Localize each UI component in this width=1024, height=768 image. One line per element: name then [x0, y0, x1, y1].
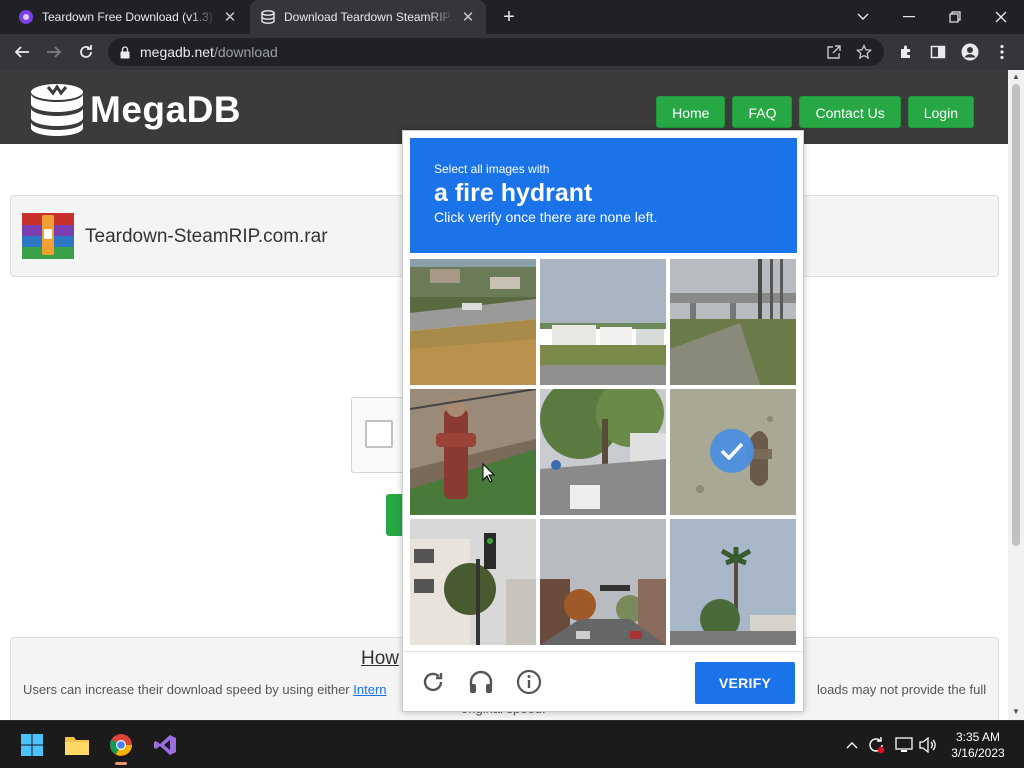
captcha-tile-7[interactable] — [410, 519, 536, 645]
how-text: Users can increase their download speed … — [23, 682, 350, 697]
instruction-target: a fire hydrant — [434, 179, 593, 207]
scroll-up-arrow-icon[interactable]: ▲ — [1012, 73, 1020, 81]
captcha-tile-8[interactable] — [540, 519, 666, 645]
url-host: megadb.net — [140, 44, 214, 60]
close-window-button[interactable] — [978, 0, 1024, 34]
captcha-tile-1[interactable] — [410, 259, 536, 385]
close-tab-icon[interactable]: ✕ — [460, 8, 476, 26]
site-nav: Home FAQ Contact Us Login — [656, 96, 974, 128]
network-monitor-icon[interactable] — [894, 735, 914, 755]
page-scrollbar[interactable]: ▲ ▼ — [1008, 70, 1024, 720]
mouse-cursor-icon — [482, 463, 496, 483]
lock-icon — [120, 45, 130, 58]
captcha-tile-9[interactable] — [670, 519, 796, 645]
nav-home-button[interactable]: Home — [656, 96, 726, 128]
tab-search-chevron-icon[interactable] — [840, 0, 886, 34]
reload-challenge-icon[interactable] — [419, 668, 447, 696]
close-tab-icon[interactable]: ✕ — [222, 8, 238, 26]
browser-toolbar: megadb.net/download — [0, 34, 1024, 70]
bookmark-star-icon[interactable] — [856, 44, 872, 60]
how-description-tail: loads may not provide the full — [817, 682, 987, 697]
database-logo-icon — [31, 84, 83, 136]
url-path: /download — [213, 44, 278, 60]
instruction-sub: Click verify once there are none left. — [434, 209, 658, 225]
scrollbar-thumb[interactable] — [1012, 84, 1020, 546]
captcha-checkbox[interactable] — [365, 420, 393, 448]
minimize-button[interactable] — [886, 0, 932, 34]
captcha-tile-6[interactable] — [670, 389, 796, 515]
captcha-image-grid — [410, 259, 797, 645]
volume-speaker-icon[interactable] — [918, 735, 938, 755]
nav-contact-button[interactable]: Contact Us — [799, 96, 901, 128]
start-windows-icon[interactable] — [16, 729, 48, 761]
how-title: How — [361, 648, 400, 669]
winrar-archive-icon — [22, 213, 74, 259]
captcha-tile-3[interactable] — [670, 259, 796, 385]
megadb-logo[interactable]: MegaDB — [28, 82, 241, 138]
tab-title: Download Teardown SteamRIP.com — [284, 10, 454, 24]
how-description: Users can increase their download speed … — [23, 682, 387, 697]
sync-alert-icon[interactable] — [866, 735, 886, 755]
system-clock[interactable]: 3:35 AM 3/16/2023 — [940, 729, 1016, 761]
reload-button[interactable] — [72, 38, 100, 66]
back-arrow-icon — [14, 46, 29, 58]
file-explorer-folder-icon[interactable] — [61, 729, 93, 761]
tab-title: Teardown Free Download (v1.3) » — [42, 10, 216, 24]
chrome-icon[interactable] — [105, 729, 137, 765]
audio-challenge-headphones-icon[interactable] — [467, 668, 495, 696]
captcha-tile-5[interactable] — [540, 389, 666, 515]
file-name: Teardown-SteamRIP.com.rar — [85, 226, 328, 247]
captcha-footer: VERIFY — [403, 651, 803, 711]
reload-icon — [80, 45, 92, 58]
tile-selected-check-icon — [710, 429, 754, 473]
visual-studio-icon[interactable] — [149, 729, 181, 761]
back-button[interactable] — [8, 38, 36, 66]
internet-link[interactable]: Intern — [353, 682, 386, 697]
tab-teardown-free-download[interactable]: Teardown Free Download (v1.3) » ✕ — [8, 0, 248, 34]
database-favicon-icon — [261, 10, 275, 24]
site-favicon-icon — [19, 10, 33, 24]
captcha-tile-4[interactable] — [410, 389, 536, 515]
show-hidden-icons-chevron-icon[interactable] — [842, 735, 862, 755]
tab-download-teardown[interactable]: Download Teardown SteamRIP.com ✕ — [250, 0, 486, 34]
new-tab-button[interactable]: + — [498, 6, 520, 28]
captcha-challenge-dialog: Select all images with a fire hydrant Cl… — [402, 130, 804, 712]
scroll-down-arrow-icon[interactable]: ▼ — [1012, 708, 1020, 716]
forward-arrow-icon — [47, 46, 62, 58]
clock-date: 3/16/2023 — [951, 746, 1005, 760]
share-icon[interactable] — [826, 44, 842, 60]
forward-button[interactable] — [40, 38, 68, 66]
clock-time: 3:35 AM — [955, 730, 1001, 744]
restore-button[interactable] — [932, 0, 978, 34]
side-panel-icon[interactable] — [924, 38, 952, 66]
nav-login-button[interactable]: Login — [907, 96, 974, 128]
windows-taskbar: 3:35 AM 3/16/2023 — [0, 720, 1024, 768]
instruction-small: Select all images with — [434, 162, 550, 176]
menu-kebab-icon[interactable] — [988, 38, 1016, 66]
address-bar[interactable]: megadb.net/download — [108, 38, 884, 66]
captcha-tile-2[interactable] — [540, 259, 666, 385]
nav-faq-button[interactable]: FAQ — [732, 96, 793, 128]
info-icon[interactable] — [515, 668, 543, 696]
extensions-puzzle-icon[interactable] — [892, 38, 920, 66]
logo-text: MegaDB — [90, 89, 242, 130]
captcha-instructions: Select all images with a fire hydrant Cl… — [410, 138, 797, 253]
tab-strip: Teardown Free Download (v1.3) » ✕ Downlo… — [0, 0, 1024, 34]
profile-avatar-icon[interactable] — [956, 38, 984, 66]
verify-button[interactable]: VERIFY — [695, 662, 795, 704]
